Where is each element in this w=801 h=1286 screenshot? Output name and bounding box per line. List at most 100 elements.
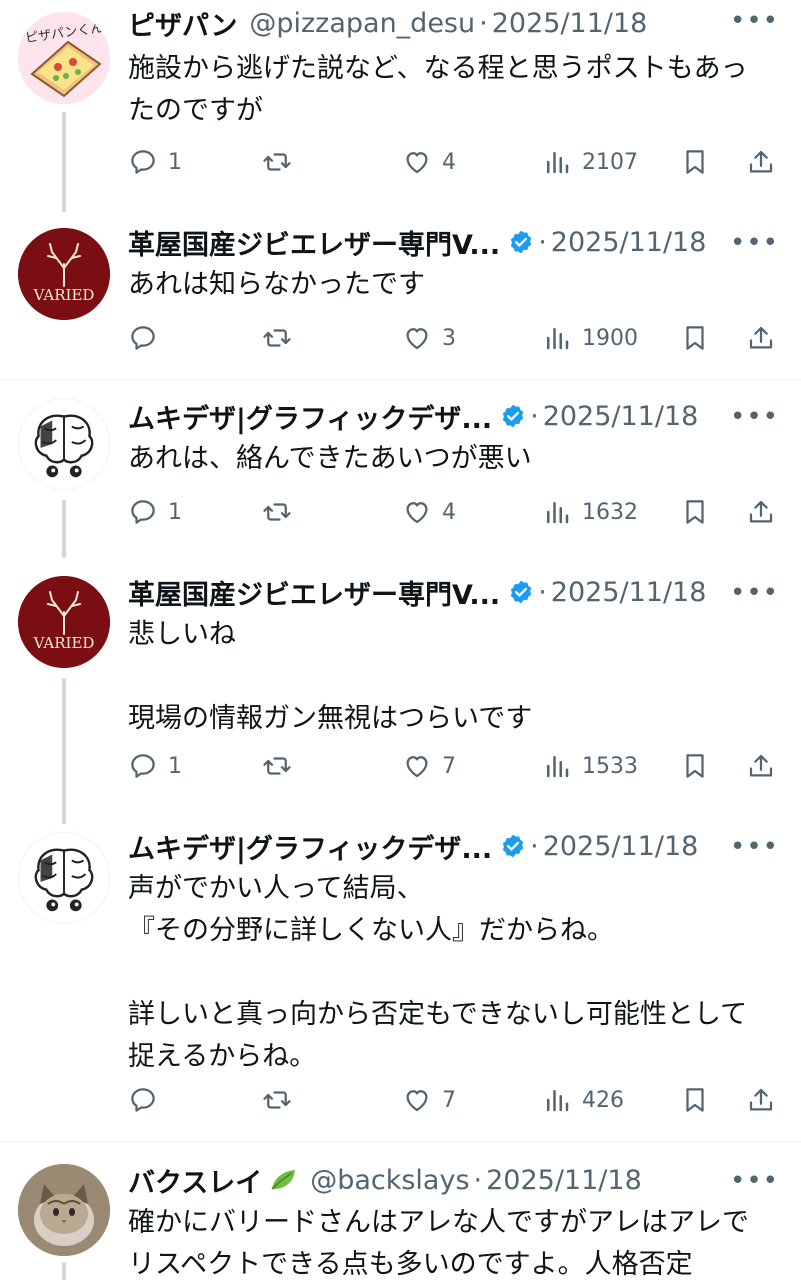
- reply-button[interactable]: [128, 318, 168, 358]
- avatar[interactable]: VARIED: [18, 228, 110, 320]
- verified-badge-icon: [511, 580, 532, 604]
- retweet-icon: [263, 757, 291, 775]
- action-bar: 3 1900: [128, 318, 778, 358]
- share-button[interactable]: [746, 142, 776, 182]
- share-button[interactable]: [746, 746, 776, 786]
- bookmark-button[interactable]: [680, 492, 710, 532]
- action-bar: 1 4 2107: [128, 142, 778, 182]
- share-button[interactable]: [746, 1080, 776, 1120]
- timestamp[interactable]: 2025/11/18: [551, 577, 707, 608]
- views-button[interactable]: 1900: [542, 318, 638, 358]
- timestamp[interactable]: 2025/11/18: [492, 8, 648, 39]
- share-button[interactable]: [746, 318, 776, 358]
- tweet-header: ピザパン @pizzapan_desu · 2025/11/18: [128, 1, 781, 45]
- tweet[interactable]: VARIED 革屋国産ジビエレザー専門V... · 2025/11/18 •••…: [0, 210, 801, 380]
- retweet-icon: [263, 1091, 291, 1109]
- display-name[interactable]: バクスレイ: [128, 1161, 262, 1200]
- reply-count: 1: [168, 753, 182, 779]
- reply-button[interactable]: 1: [128, 142, 182, 182]
- view-count: 2107: [582, 149, 638, 175]
- share-icon: [749, 754, 773, 777]
- share-button[interactable]: [746, 492, 776, 532]
- tweet-text: 施設から逃げた説など、なる程と思うポストもあったのですが: [128, 53, 748, 126]
- timestamp[interactable]: 2025/11/18: [543, 831, 699, 862]
- timestamp[interactable]: 2025/11/18: [543, 401, 699, 432]
- like-count: 4: [442, 499, 456, 525]
- tweet[interactable]: ムキデザ|グラフィックデザ... · 2025/11/18 ••• あれは、絡ん…: [0, 380, 801, 550]
- retweet-button[interactable]: [262, 142, 302, 182]
- reply-button[interactable]: 1: [128, 492, 182, 532]
- timestamp[interactable]: 2025/11/18: [486, 1165, 642, 1196]
- display-name[interactable]: ムキデザ|グラフィックデザ...: [128, 397, 492, 436]
- views-button[interactable]: 2107: [542, 142, 638, 182]
- views-button[interactable]: 426: [542, 1080, 624, 1120]
- tweet-header: 革屋国産ジビエレザー専門V... · 2025/11/18: [128, 220, 781, 264]
- like-icon: [406, 328, 428, 350]
- tweet-header: ムキデザ|グラフィックデザ... · 2025/11/18: [128, 824, 781, 868]
- like-count: 7: [442, 1087, 456, 1113]
- reply-icon: [131, 500, 155, 524]
- username[interactable]: @pizzapan_desu: [249, 8, 475, 39]
- tweet[interactable]: ムキデザ|グラフィックデザ... · 2025/11/18 ••• 声がでかい人…: [0, 816, 801, 1142]
- like-icon: [406, 502, 428, 524]
- varied-deer-logo-icon: [18, 228, 110, 320]
- cat-photo-icon: [18, 1164, 110, 1256]
- like-icon: [406, 756, 428, 778]
- bookmark-button[interactable]: [680, 142, 710, 182]
- tweet[interactable]: バクスレイ @backslays · 2025/11/18 ••• 確かにバリー…: [0, 1142, 801, 1280]
- views-button[interactable]: 1533: [542, 746, 638, 786]
- separator-dot: ·: [530, 830, 539, 862]
- views-icon: [547, 152, 569, 174]
- verified-badge-icon: [502, 834, 524, 858]
- bookmark-button[interactable]: [680, 1080, 710, 1120]
- timestamp[interactable]: 2025/11/18: [551, 227, 707, 258]
- verified-badge-icon: [511, 230, 532, 254]
- share-icon: [749, 1088, 773, 1111]
- share-icon: [749, 326, 773, 349]
- retweet-button[interactable]: [262, 492, 302, 532]
- retweet-button[interactable]: [262, 1080, 302, 1120]
- tweet[interactable]: ピザパンくん ピザパン @pizzapan_desu · 2025/11/18 …: [0, 0, 801, 210]
- more-icon[interactable]: •••: [730, 1166, 779, 1196]
- tweet-text: 悲しいね 現場の情報ガン無視はつらいです: [128, 619, 533, 734]
- like-count: 3: [442, 325, 456, 351]
- display-name[interactable]: 革屋国産ジビエレザー専門V...: [128, 573, 500, 612]
- retweet-button[interactable]: [262, 746, 302, 786]
- avatar[interactable]: [18, 832, 110, 924]
- like-button[interactable]: 4: [402, 492, 456, 532]
- display-name[interactable]: 革屋国産ジビエレザー専門V...: [128, 223, 500, 262]
- avatar[interactable]: [18, 1164, 110, 1256]
- avatar[interactable]: VARIED: [18, 576, 110, 668]
- avatar[interactable]: ピザパンくん: [18, 12, 110, 104]
- like-button[interactable]: 3: [402, 318, 456, 358]
- more-icon[interactable]: •••: [730, 402, 779, 432]
- bookmark-button[interactable]: [680, 318, 710, 358]
- views-button[interactable]: 1632: [542, 492, 638, 532]
- like-button[interactable]: 7: [402, 1080, 456, 1120]
- more-icon[interactable]: •••: [730, 6, 779, 36]
- retweet-button[interactable]: [262, 318, 302, 358]
- username[interactable]: @backslays: [310, 1165, 469, 1196]
- retweet-icon: [263, 503, 291, 521]
- more-icon[interactable]: •••: [730, 578, 779, 608]
- like-button[interactable]: 7: [402, 746, 456, 786]
- bookmark-button[interactable]: [680, 746, 710, 786]
- like-icon: [406, 152, 428, 174]
- display-name[interactable]: ピザパン: [128, 4, 237, 43]
- tweet[interactable]: VARIED 革屋国産ジビエレザー専門V... · 2025/11/18 •••…: [0, 560, 801, 810]
- bookmark-icon: [686, 754, 704, 778]
- reply-button[interactable]: 1: [128, 746, 182, 786]
- reply-button[interactable]: [128, 1080, 168, 1120]
- avatar-logo-text: VARIED: [33, 286, 95, 304]
- like-count: 7: [442, 753, 456, 779]
- varied-deer-logo-icon: [18, 576, 110, 668]
- tweet-text: あれは知らなかったです: [128, 269, 425, 300]
- action-bar: 7 426: [128, 1080, 778, 1120]
- more-icon[interactable]: •••: [730, 832, 779, 862]
- tweet-text: 確かにバリードさんはアレな人ですがアレはアレでリスペクトできる点も多いのですよ。…: [128, 1207, 749, 1280]
- separator-dot: ·: [479, 7, 488, 39]
- display-name[interactable]: ムキデザ|グラフィックデザ...: [128, 827, 492, 866]
- avatar[interactable]: [18, 398, 110, 490]
- more-icon[interactable]: •••: [730, 228, 779, 258]
- like-button[interactable]: 4: [402, 142, 456, 182]
